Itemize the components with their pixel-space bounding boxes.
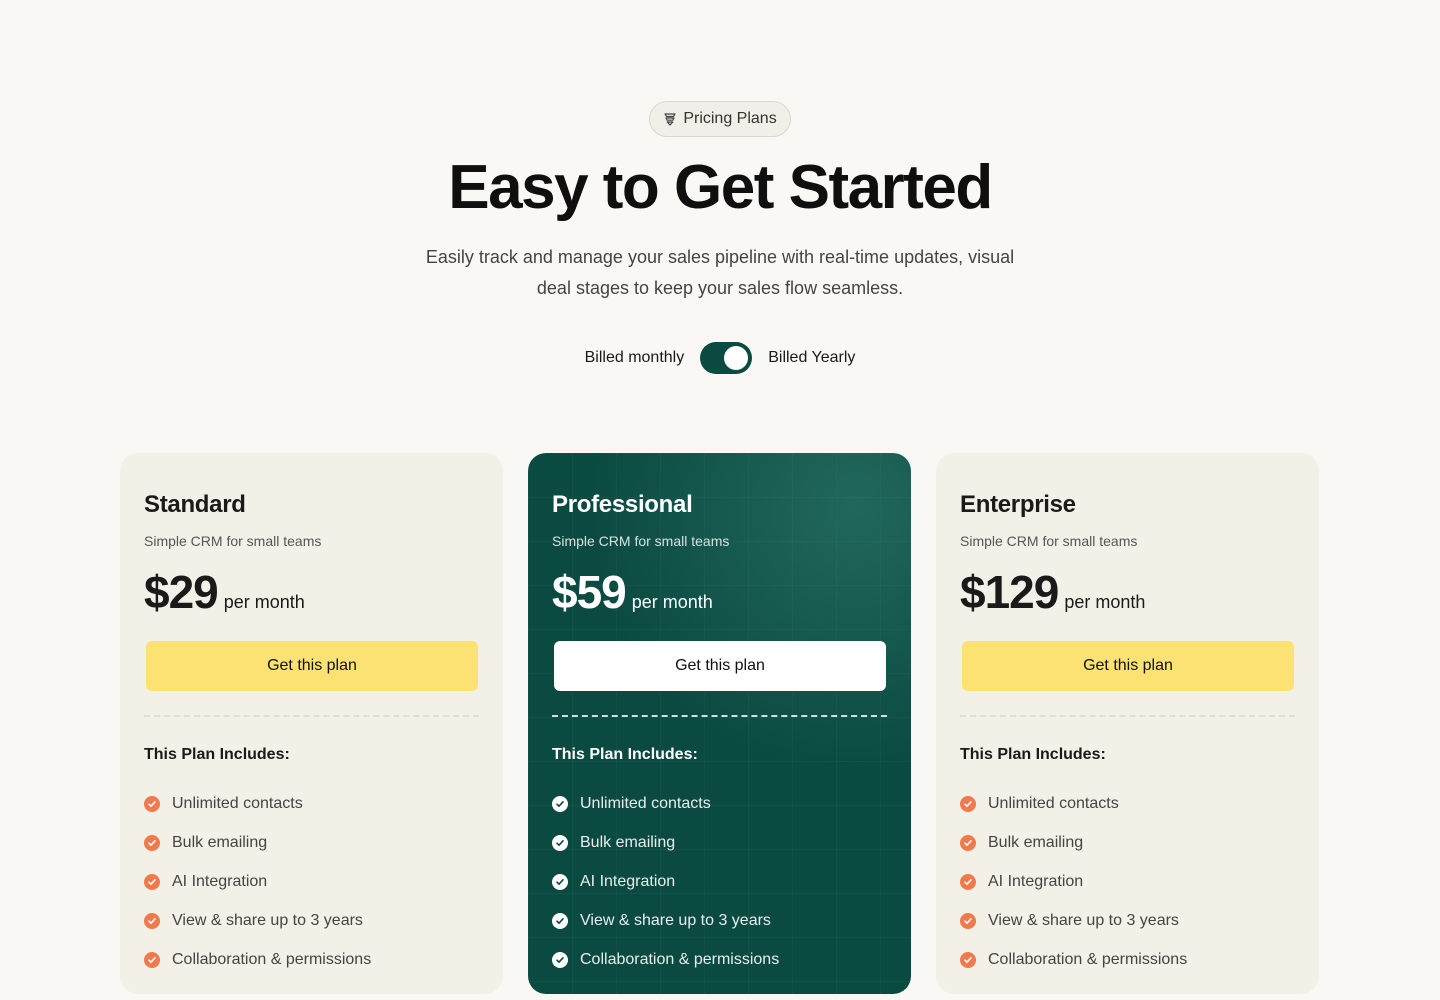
plan-price: $129 xyxy=(960,566,1059,618)
billed-monthly-label[interactable]: Billed monthly xyxy=(585,349,685,367)
price-period: per month xyxy=(1064,592,1146,612)
feature-list: Unlimited contacts Bulk emailing AI Inte… xyxy=(960,784,1295,979)
plan-description: Simple CRM for small teams xyxy=(144,533,322,549)
page-title: Easy to Get Started xyxy=(448,153,993,222)
feature-item: Unlimited contacts xyxy=(552,784,887,823)
feature-label: AI Integration xyxy=(988,872,1084,890)
feature-item: AI Integration xyxy=(144,862,479,901)
plan-description: Simple CRM for small teams xyxy=(552,533,730,549)
get-plan-button-professional[interactable]: Get this plan xyxy=(554,641,886,691)
billed-yearly-label[interactable]: Billed Yearly xyxy=(768,349,855,367)
feature-label: AI Integration xyxy=(580,872,676,890)
check-icon xyxy=(960,873,976,890)
feature-label: Unlimited contacts xyxy=(988,794,1119,812)
check-icon xyxy=(960,834,976,851)
feature-label: Unlimited contacts xyxy=(172,794,303,812)
feature-label: Unlimited contacts xyxy=(580,794,711,812)
plan-card-enterprise: Enterprise Simple CRM for small teams $1… xyxy=(936,453,1319,994)
check-icon xyxy=(552,951,568,968)
feature-item: Collaboration & permissions xyxy=(144,940,479,979)
price-row: $29 per month xyxy=(144,567,479,617)
includes-heading: This Plan Includes: xyxy=(552,746,698,763)
feature-item: AI Integration xyxy=(960,862,1295,901)
feature-item: View & share up to 3 years xyxy=(144,901,479,940)
check-icon xyxy=(552,834,568,851)
feature-item: View & share up to 3 years xyxy=(552,901,887,940)
toggle-knob xyxy=(724,346,749,370)
feature-label: Collaboration & permissions xyxy=(172,950,372,968)
dashed-divider xyxy=(144,715,479,717)
includes-heading: This Plan Includes: xyxy=(960,746,1106,763)
check-icon xyxy=(960,795,976,812)
feature-list: Unlimited contacts Bulk emailing AI Inte… xyxy=(144,784,479,979)
billing-toggle-group: Billed monthly Billed Yearly xyxy=(0,340,1440,376)
billing-toggle[interactable] xyxy=(700,342,753,374)
badge-label: Pricing Plans xyxy=(683,110,777,127)
feature-list: Unlimited contacts Bulk emailing AI Inte… xyxy=(552,784,887,979)
plan-name: Enterprise xyxy=(960,491,1076,518)
feature-item: View & share up to 3 years xyxy=(960,901,1295,940)
feature-item: Collaboration & permissions xyxy=(552,940,887,979)
get-plan-button-standard[interactable]: Get this plan xyxy=(146,641,478,691)
feature-label: View & share up to 3 years xyxy=(580,911,771,929)
check-icon xyxy=(144,873,160,890)
page-subtitle: Easily track and manage your sales pipel… xyxy=(425,247,1015,298)
feature-item: AI Integration xyxy=(552,862,887,901)
stack-icon xyxy=(664,113,676,126)
plan-name: Standard xyxy=(144,491,246,518)
feature-item: Unlimited contacts xyxy=(960,784,1295,823)
plan-card-standard: Standard Simple CRM for small teams $29 … xyxy=(120,453,503,994)
pricing-page: Pricing Plans Easy to Get Started Easily… xyxy=(0,0,1440,1000)
dashed-divider xyxy=(960,715,1295,717)
feature-label: Bulk emailing xyxy=(580,833,676,851)
dashed-divider xyxy=(552,715,887,717)
check-icon xyxy=(144,834,160,851)
feature-label: AI Integration xyxy=(172,872,268,890)
check-icon xyxy=(144,951,160,968)
plan-name: Professional xyxy=(552,491,693,518)
get-plan-button-enterprise[interactable]: Get this plan xyxy=(962,641,1294,691)
feature-label: Collaboration & permissions xyxy=(988,950,1188,968)
check-icon xyxy=(552,912,568,929)
feature-label: Collaboration & permissions xyxy=(580,950,780,968)
check-icon xyxy=(144,912,160,929)
check-icon xyxy=(552,795,568,812)
plan-description: Simple CRM for small teams xyxy=(960,533,1138,549)
plan-card-professional: Professional Simple CRM for small teams … xyxy=(528,453,911,994)
price-period: per month xyxy=(223,592,305,612)
price-row: $59 per month xyxy=(552,567,887,617)
feature-item: Bulk emailing xyxy=(144,823,479,862)
check-icon xyxy=(960,951,976,968)
includes-heading: This Plan Includes: xyxy=(144,746,290,763)
feature-label: View & share up to 3 years xyxy=(172,911,363,929)
check-icon xyxy=(960,912,976,929)
feature-item: Bulk emailing xyxy=(960,823,1295,862)
feature-label: Bulk emailing xyxy=(988,833,1084,851)
feature-item: Unlimited contacts xyxy=(144,784,479,823)
check-icon xyxy=(552,873,568,890)
price-period: per month xyxy=(631,592,713,612)
price-row: $129 per month xyxy=(960,567,1295,617)
feature-label: Bulk emailing xyxy=(172,833,268,851)
feature-label: View & share up to 3 years xyxy=(988,911,1179,929)
plan-price: $29 xyxy=(144,566,219,618)
feature-item: Bulk emailing xyxy=(552,823,887,862)
check-icon xyxy=(144,795,160,812)
feature-item: Collaboration & permissions xyxy=(960,940,1295,979)
plan-price: $59 xyxy=(552,566,627,618)
pricing-badge: Pricing Plans xyxy=(649,101,791,137)
